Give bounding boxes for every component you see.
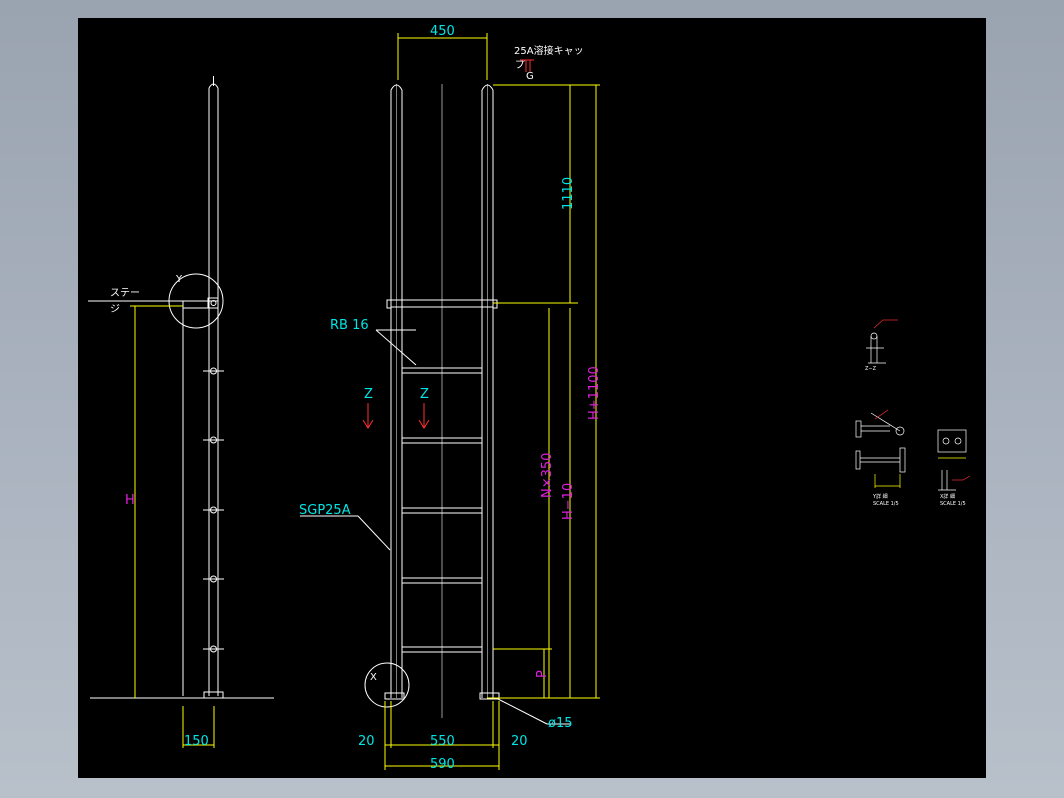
section-marker-left: Z [362, 387, 374, 429]
height-label-h: H [125, 493, 135, 508]
stay-label-line1: ステー [110, 288, 140, 299]
rail-label: SGP25A [299, 503, 351, 518]
svg-text:Z: Z [364, 387, 373, 402]
side-view [88, 76, 274, 699]
x-detail-note: SCALE 1/5 [940, 501, 966, 507]
dim-590: 590 [430, 757, 455, 772]
y-detail-title: Y詳 細 [872, 493, 888, 500]
detail-y-label: Y [175, 274, 183, 285]
dim-550: 550 [430, 734, 455, 749]
stay-label-line2: ジ [110, 304, 120, 315]
rung-label: RB 16 [330, 318, 369, 333]
rail-leader [357, 515, 391, 551]
dim-20-right: 20 [511, 734, 528, 749]
hole-dim: ø15 [548, 716, 573, 731]
detail-y [855, 409, 906, 488]
dim-20-left: 20 [358, 734, 375, 749]
dim-1110: 1110 [561, 177, 576, 210]
dim-p: P [535, 670, 550, 678]
side-dimensions [130, 305, 215, 748]
dim-h-plus-1100: H+1100 [587, 366, 602, 420]
x-detail-title: X詳 細 [940, 493, 955, 500]
zz-title: Z−Z [865, 366, 877, 372]
side-width-dim: 150 [184, 734, 209, 749]
detail-x-label: X [370, 672, 377, 683]
y-detail-note: SCALE 1/5 [873, 501, 899, 507]
rung-leader [375, 329, 417, 366]
dim-450: 450 [430, 24, 455, 39]
drawing-canvas[interactable]: Y ステー ジ H 150 450 25A溶接キャッ プ G RB 16 SGP… [78, 18, 986, 778]
hole-leader [497, 698, 548, 725]
section-marker-right: Z [418, 387, 430, 429]
dim-n-x-350: N×350 [540, 453, 555, 498]
front-view [300, 84, 571, 725]
detail-x [937, 429, 971, 491]
dim-h-minus-10: H−10 [561, 483, 576, 520]
rung-bolt-markers [203, 367, 224, 653]
cap-note-2: プ [515, 59, 525, 71]
cap-note: 25A溶接キャッ [514, 44, 584, 57]
cad-drawing-viewport[interactable]: Y ステー ジ H 150 450 25A溶接キャッ プ G RB 16 SGP… [78, 18, 986, 778]
cap-note-3: G [526, 71, 534, 82]
detail-zz [866, 319, 898, 364]
svg-text:Z: Z [420, 387, 429, 402]
